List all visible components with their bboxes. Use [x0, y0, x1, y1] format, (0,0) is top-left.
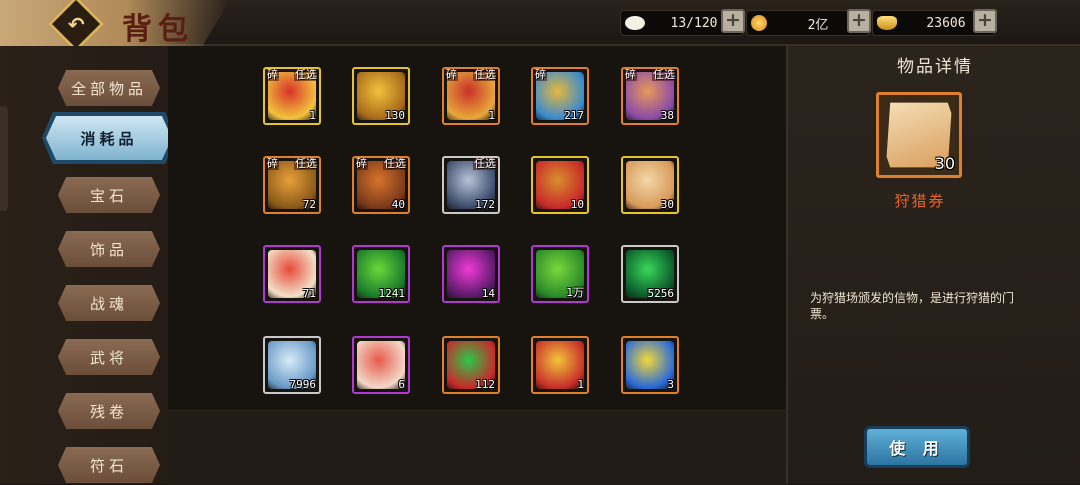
coins-display: 2亿 +	[746, 9, 871, 36]
bun-icon	[625, 16, 645, 30]
bag-capacity-display: 13/120 +	[620, 9, 745, 36]
item-count: 14	[481, 287, 495, 300]
fragment-tag: 碎	[624, 68, 637, 81]
item-slot[interactable]: 6	[352, 336, 410, 394]
fragment-tag: 碎	[266, 157, 279, 170]
item-count: 6	[398, 378, 405, 391]
fragment-tag: 碎	[266, 68, 279, 81]
item-count: 172	[475, 198, 495, 211]
detail-item-name: 狩猎券	[894, 192, 946, 210]
fragment-tag: 碎	[534, 68, 547, 81]
item-count: 5256	[647, 287, 675, 300]
item-slot[interactable]: 30	[621, 156, 679, 214]
tab-gems[interactable]: 宝石	[58, 177, 160, 213]
item-slot[interactable]: 1241	[352, 245, 410, 303]
back-arrow-icon: ↶	[67, 11, 85, 36]
use-button[interactable]: 使 用	[864, 426, 970, 468]
item-count: 217	[564, 109, 584, 122]
item-count: 130	[385, 109, 405, 122]
item-slot[interactable]: 碎 217	[531, 67, 589, 125]
optional-tag: 任选	[473, 68, 497, 81]
item-slot[interactable]: 碎 任选 1	[442, 67, 500, 125]
item-slot[interactable]: 71	[263, 245, 321, 303]
item-slot[interactable]: 5256	[621, 245, 679, 303]
add-ingots-button[interactable]: +	[973, 9, 997, 33]
item-slot[interactable]: 7996	[263, 336, 321, 394]
item-count: 1	[577, 378, 584, 391]
item-slot[interactable]: 碎 任选 38	[621, 67, 679, 125]
item-detail-panel: 物品详情 30 狩猎券 为狩猎场颁发的信物，是进行狩猎的门票。 使 用	[786, 46, 1080, 484]
item-count: 3	[667, 378, 674, 391]
fragment-tag: 碎	[445, 68, 458, 81]
item-count: 1241	[378, 287, 406, 300]
detail-heading: 物品详情	[897, 57, 973, 77]
detail-item-count: 30	[934, 154, 955, 173]
tab-fragments[interactable]: 残卷	[58, 393, 160, 429]
optional-tag: 任选	[383, 157, 407, 170]
page-title: 背包	[122, 12, 194, 47]
item-slot[interactable]: 碎 任选 1	[263, 67, 321, 125]
ingot-icon	[877, 16, 897, 30]
side-edge-tab[interactable]	[0, 106, 8, 211]
title-banner	[0, 0, 230, 46]
tab-accessories[interactable]: 饰品	[58, 231, 160, 267]
item-count: 72	[302, 198, 316, 211]
item-slot[interactable]: 112	[442, 336, 500, 394]
item-count: 38	[660, 109, 674, 122]
item-slot[interactable]: 130	[352, 67, 410, 125]
item-count: 1	[488, 109, 495, 122]
tab-all-items[interactable]: 全部物品	[58, 70, 160, 106]
item-slot[interactable]: 任选 172	[442, 156, 500, 214]
item-slot[interactable]: 10	[531, 156, 589, 214]
item-count: 10	[570, 198, 584, 211]
item-count: 7996	[289, 378, 317, 391]
item-count: 1万	[566, 286, 584, 299]
item-count: 30	[660, 198, 674, 211]
detail-item-slot: 30	[876, 92, 962, 178]
detail-item-description: 为狩猎场颁发的信物，是进行狩猎的门票。	[810, 291, 1015, 321]
item-slot[interactable]: 3	[621, 336, 679, 394]
item-count: 112	[475, 378, 495, 391]
optional-tag: 任选	[652, 68, 676, 81]
fragment-tag: 碎	[355, 157, 368, 170]
optional-tag: 任选	[294, 157, 318, 170]
optional-tag: 任选	[294, 68, 318, 81]
item-slot[interactable]: 碎 任选 40	[352, 156, 410, 214]
coin-icon	[751, 15, 767, 31]
add-capacity-button[interactable]: +	[721, 9, 745, 33]
tab-generals[interactable]: 武将	[58, 339, 160, 375]
tab-war-souls[interactable]: 战魂	[58, 285, 160, 321]
item-count: 1	[309, 109, 316, 122]
top-bar: ↶ 背包 13/120 + 2亿 + 23606 +	[0, 0, 1080, 53]
item-slot[interactable]: 碎 任选 72	[263, 156, 321, 214]
item-count: 71	[302, 287, 316, 300]
add-coins-button[interactable]: +	[847, 9, 871, 33]
tab-rune-stones[interactable]: 符石	[58, 447, 160, 483]
grid-footer	[168, 410, 786, 485]
item-slot[interactable]: 1万	[531, 245, 589, 303]
ingots-display: 23606 +	[872, 9, 997, 36]
item-slot[interactable]: 1	[531, 336, 589, 394]
item-slot[interactable]: 14	[442, 245, 500, 303]
item-count: 40	[391, 198, 405, 211]
optional-tag: 任选	[473, 157, 497, 170]
tab-consumables[interactable]: 消耗品	[46, 116, 172, 160]
